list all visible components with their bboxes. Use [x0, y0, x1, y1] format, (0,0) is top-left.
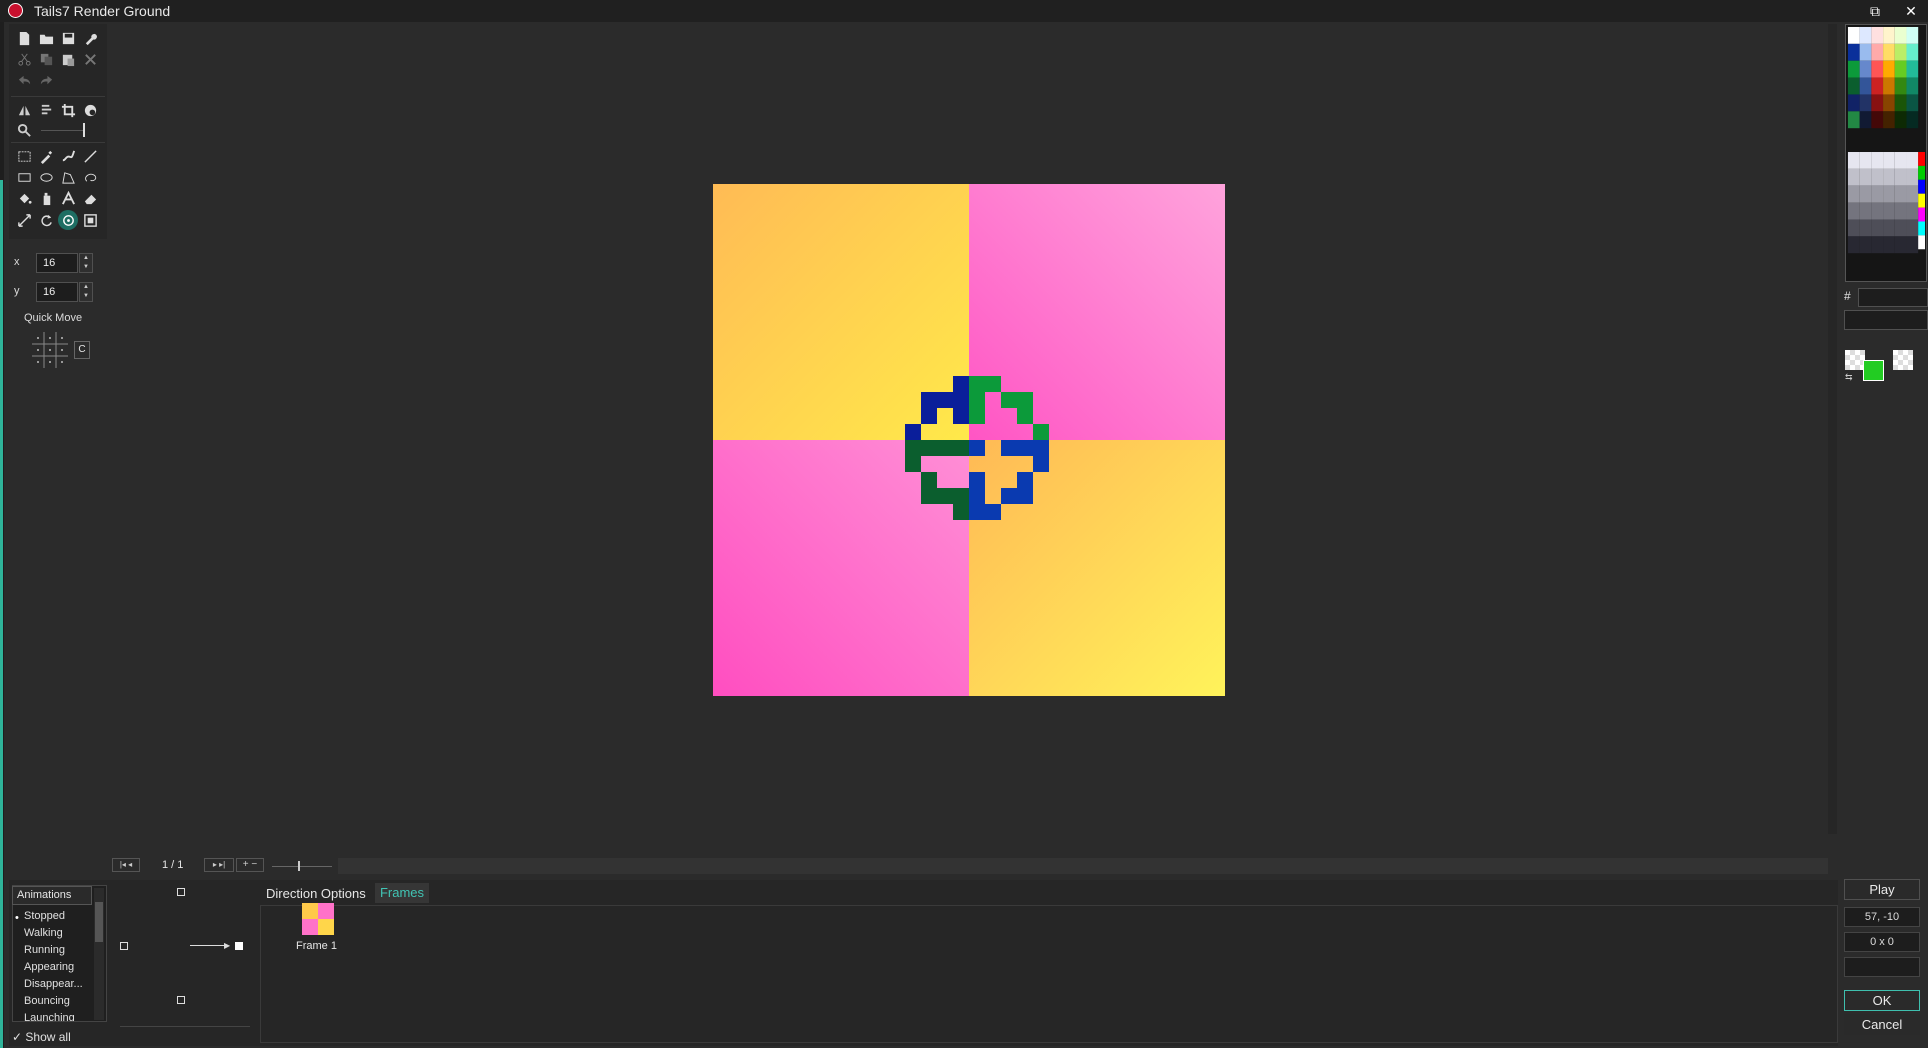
- tab-frames[interactable]: Frames: [375, 883, 429, 903]
- y-label: y: [14, 285, 20, 297]
- undo-icon[interactable]: [14, 70, 34, 90]
- origin-target-icon[interactable]: [58, 210, 78, 230]
- y-stepper[interactable]: ▲ ▼: [79, 282, 93, 302]
- eraser-icon[interactable]: [80, 188, 100, 208]
- direction-arrow: [190, 945, 228, 946]
- select-rectangle-icon[interactable]: [14, 146, 34, 166]
- transparent-swatch[interactable]: [1845, 350, 1865, 370]
- quick-move-label: Quick Move: [24, 312, 83, 324]
- zoom-slider[interactable]: [41, 130, 83, 131]
- left-accent-edge: [0, 180, 3, 1048]
- cut-icon[interactable]: [14, 49, 34, 69]
- app-icon: [8, 3, 23, 18]
- secondary-transparent-swatch[interactable]: [1893, 350, 1913, 370]
- toolbar: [9, 24, 107, 239]
- new-file-icon[interactable]: [14, 28, 34, 48]
- quick-move-center-button[interactable]: C: [74, 341, 90, 359]
- flip-icon[interactable]: [14, 100, 34, 120]
- zoom-slider-thumb[interactable]: [83, 123, 85, 137]
- primary-color-swatch[interactable]: [1863, 360, 1884, 381]
- frame-counter: 1 / 1: [162, 859, 184, 871]
- selected-bullet: •: [15, 912, 19, 924]
- polygon-icon[interactable]: [58, 167, 78, 187]
- selection-size: 0 x 0: [1844, 932, 1920, 952]
- x-label: x: [14, 256, 20, 268]
- lasso-icon[interactable]: [80, 167, 100, 187]
- timeline-scrollbar[interactable]: [338, 858, 1828, 874]
- rectangle-icon[interactable]: [14, 167, 34, 187]
- open-folder-icon[interactable]: [36, 28, 56, 48]
- cancel-button[interactable]: Cancel: [1844, 1014, 1920, 1035]
- resize-icon[interactable]: [14, 210, 34, 230]
- frame-thumbnail[interactable]: [302, 903, 334, 935]
- close-button[interactable]: ✕: [1898, 0, 1924, 22]
- direction-left-handle[interactable]: [120, 942, 128, 950]
- y-input[interactable]: 16: [36, 282, 78, 302]
- fill-bucket-icon[interactable]: [14, 188, 34, 208]
- tab-direction-options[interactable]: Direction Options: [266, 886, 366, 901]
- sprite-canvas[interactable]: [713, 184, 1225, 696]
- arrow-head-icon: ▶: [224, 941, 231, 950]
- hex-label: #: [1844, 289, 1851, 303]
- play-button[interactable]: Play: [1844, 879, 1920, 900]
- text-tool-icon[interactable]: [58, 188, 78, 208]
- delete-icon[interactable]: [80, 49, 100, 69]
- animation-item[interactable]: Bouncing: [24, 995, 70, 1007]
- paste-icon[interactable]: [58, 49, 78, 69]
- crop-icon[interactable]: [58, 100, 78, 120]
- animation-item[interactable]: Running: [24, 944, 65, 956]
- ellipse-icon[interactable]: [36, 167, 56, 187]
- align-icon[interactable]: [36, 100, 56, 120]
- first-frame-button[interactable]: |◂ ◂: [112, 858, 140, 872]
- quick-move-grid[interactable]: [32, 332, 68, 368]
- restore-button[interactable]: ⧉: [1862, 0, 1888, 22]
- animation-list-scrollbar[interactable]: [94, 888, 104, 1020]
- animation-item[interactable]: Appearing: [24, 961, 74, 973]
- save-icon[interactable]: [58, 28, 78, 48]
- window-title: Tails7 Render Ground: [34, 3, 171, 19]
- vertical-scrollbar[interactable]: [1828, 24, 1837, 834]
- brush-icon[interactable]: [58, 146, 78, 166]
- wrench-icon[interactable]: [80, 28, 100, 48]
- swap-colors-icon[interactable]: ⇆: [1845, 372, 1853, 383]
- title-bar: [0, 0, 1928, 22]
- spray-icon[interactable]: [36, 188, 56, 208]
- ok-button[interactable]: OK: [1844, 990, 1920, 1011]
- color-wheel-icon[interactable]: [80, 100, 100, 120]
- toolbar-separator: [11, 142, 105, 143]
- direction-up-handle[interactable]: [177, 888, 185, 896]
- eyedropper-icon[interactable]: [36, 146, 56, 166]
- animations-header: Animations: [12, 886, 92, 905]
- x-input[interactable]: 16: [36, 253, 78, 273]
- toolbar-separator: [11, 96, 105, 97]
- copy-icon[interactable]: [36, 49, 56, 69]
- rotate-icon[interactable]: [36, 210, 56, 230]
- show-all-label: Show all: [25, 1030, 71, 1044]
- animation-item[interactable]: Launching: [24, 1012, 75, 1021]
- redo-icon[interactable]: [36, 70, 56, 90]
- speed-slider-thumb[interactable]: [298, 861, 300, 871]
- animation-item[interactable]: Stopped: [24, 910, 65, 922]
- direction-down-handle[interactable]: [177, 996, 185, 1004]
- frames-panel: [260, 905, 1838, 1043]
- cursor-coords: 57, -10: [1844, 907, 1920, 927]
- animation-item[interactable]: Disappear...: [24, 978, 83, 990]
- direction-slider[interactable]: [120, 1026, 250, 1027]
- show-all-checkbox[interactable]: ✓ Show all: [12, 1030, 71, 1044]
- direction-right-handle[interactable]: [235, 942, 243, 950]
- color-name-input[interactable]: [1844, 310, 1928, 330]
- status-field: [1844, 957, 1920, 977]
- hex-input[interactable]: [1858, 288, 1928, 307]
- color-palette[interactable]: [1845, 24, 1927, 282]
- frame-label: Frame 1: [296, 940, 337, 952]
- add-remove-frame-button[interactable]: + −: [236, 858, 264, 872]
- animation-item[interactable]: Walking: [24, 927, 63, 939]
- checkmark-icon: ✓: [12, 1030, 26, 1044]
- x-stepper[interactable]: ▲ ▼: [79, 253, 93, 273]
- speed-slider[interactable]: [272, 866, 332, 867]
- next-frame-button[interactable]: ▸ ▸|: [204, 858, 234, 872]
- frame-box-icon[interactable]: [80, 210, 100, 230]
- line-icon[interactable]: [80, 146, 100, 166]
- zoom-icon[interactable]: [14, 120, 34, 140]
